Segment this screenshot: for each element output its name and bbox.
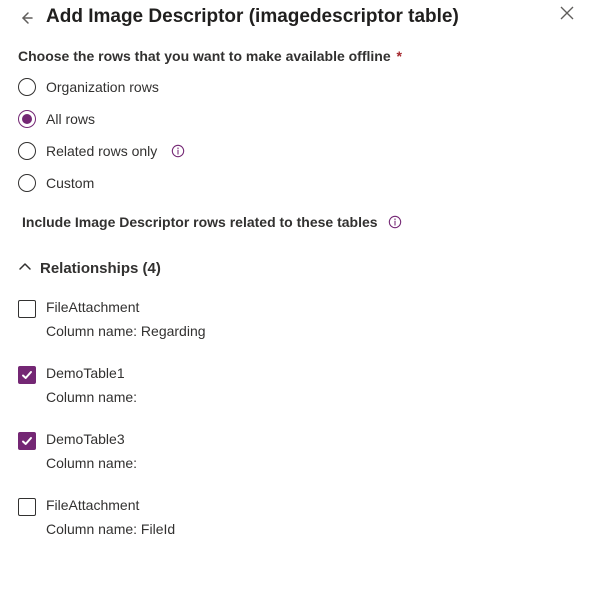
relationship-checkbox[interactable] bbox=[18, 366, 36, 384]
relationship-name: FileAttachment bbox=[46, 497, 175, 513]
relationship-name: DemoTable3 bbox=[46, 431, 137, 447]
radio-label: All rows bbox=[46, 111, 95, 127]
relationship-text: DemoTable1 Column name: bbox=[46, 365, 137, 405]
radio-button[interactable] bbox=[18, 78, 36, 96]
relationship-text: DemoTable3 Column name: bbox=[46, 431, 137, 471]
relationship-item: FileAttachment Column name: Regarding bbox=[18, 299, 574, 339]
relationship-column: Column name: bbox=[46, 455, 137, 471]
radio-button[interactable] bbox=[18, 110, 36, 128]
relationship-column: Column name: Regarding bbox=[46, 323, 206, 339]
info-icon[interactable] bbox=[388, 215, 402, 229]
relationship-text: FileAttachment Column name: Regarding bbox=[46, 299, 206, 339]
required-asterisk: * bbox=[397, 48, 402, 64]
relationship-checkbox[interactable] bbox=[18, 498, 36, 516]
relationship-name: FileAttachment bbox=[46, 299, 206, 315]
radio-option-org[interactable]: Organization rows bbox=[18, 78, 574, 96]
relationship-column: Column name: bbox=[46, 389, 137, 405]
related-tables-label-text: Include Image Descriptor rows related to… bbox=[22, 214, 378, 230]
relationship-name: DemoTable1 bbox=[46, 365, 137, 381]
relationship-item: DemoTable1 Column name: bbox=[18, 365, 574, 405]
row-choice-label-text: Choose the rows that you want to make av… bbox=[18, 48, 391, 64]
panel-title: Add Image Descriptor (imagedescriptor ta… bbox=[46, 6, 459, 28]
related-tables-label: Include Image Descriptor rows related to… bbox=[22, 214, 574, 230]
radio-option-custom[interactable]: Custom bbox=[18, 174, 574, 192]
radio-option-related[interactable]: Related rows only bbox=[18, 142, 574, 160]
back-arrow-icon[interactable] bbox=[18, 10, 34, 26]
radio-label: Organization rows bbox=[46, 79, 159, 95]
relationships-title: Relationships (4) bbox=[40, 260, 161, 277]
info-icon[interactable] bbox=[171, 144, 185, 158]
relationships-list: FileAttachment Column name: Regarding Demo… bbox=[18, 299, 574, 537]
panel-header: Add Image Descriptor (imagedescriptor ta… bbox=[18, 6, 574, 28]
radio-label: Custom bbox=[46, 175, 94, 191]
relationship-checkbox[interactable] bbox=[18, 432, 36, 450]
close-icon[interactable] bbox=[560, 6, 574, 20]
relationship-column: Column name: FileId bbox=[46, 521, 175, 537]
row-choice-label: Choose the rows that you want to make av… bbox=[18, 48, 574, 64]
relationship-text: FileAttachment Column name: FileId bbox=[46, 497, 175, 537]
relationship-item: FileAttachment Column name: FileId bbox=[18, 497, 574, 537]
relationships-toggle[interactable]: Relationships (4) bbox=[18, 260, 574, 277]
relationship-checkbox[interactable] bbox=[18, 300, 36, 318]
radio-label: Related rows only bbox=[46, 143, 157, 159]
radio-option-all[interactable]: All rows bbox=[18, 110, 574, 128]
row-choice-radio-group: Organization rows All rows Related rows on… bbox=[18, 78, 574, 192]
radio-button[interactable] bbox=[18, 174, 36, 192]
relationship-item: DemoTable3 Column name: bbox=[18, 431, 574, 471]
radio-button[interactable] bbox=[18, 142, 36, 160]
chevron-up-icon bbox=[18, 260, 32, 277]
